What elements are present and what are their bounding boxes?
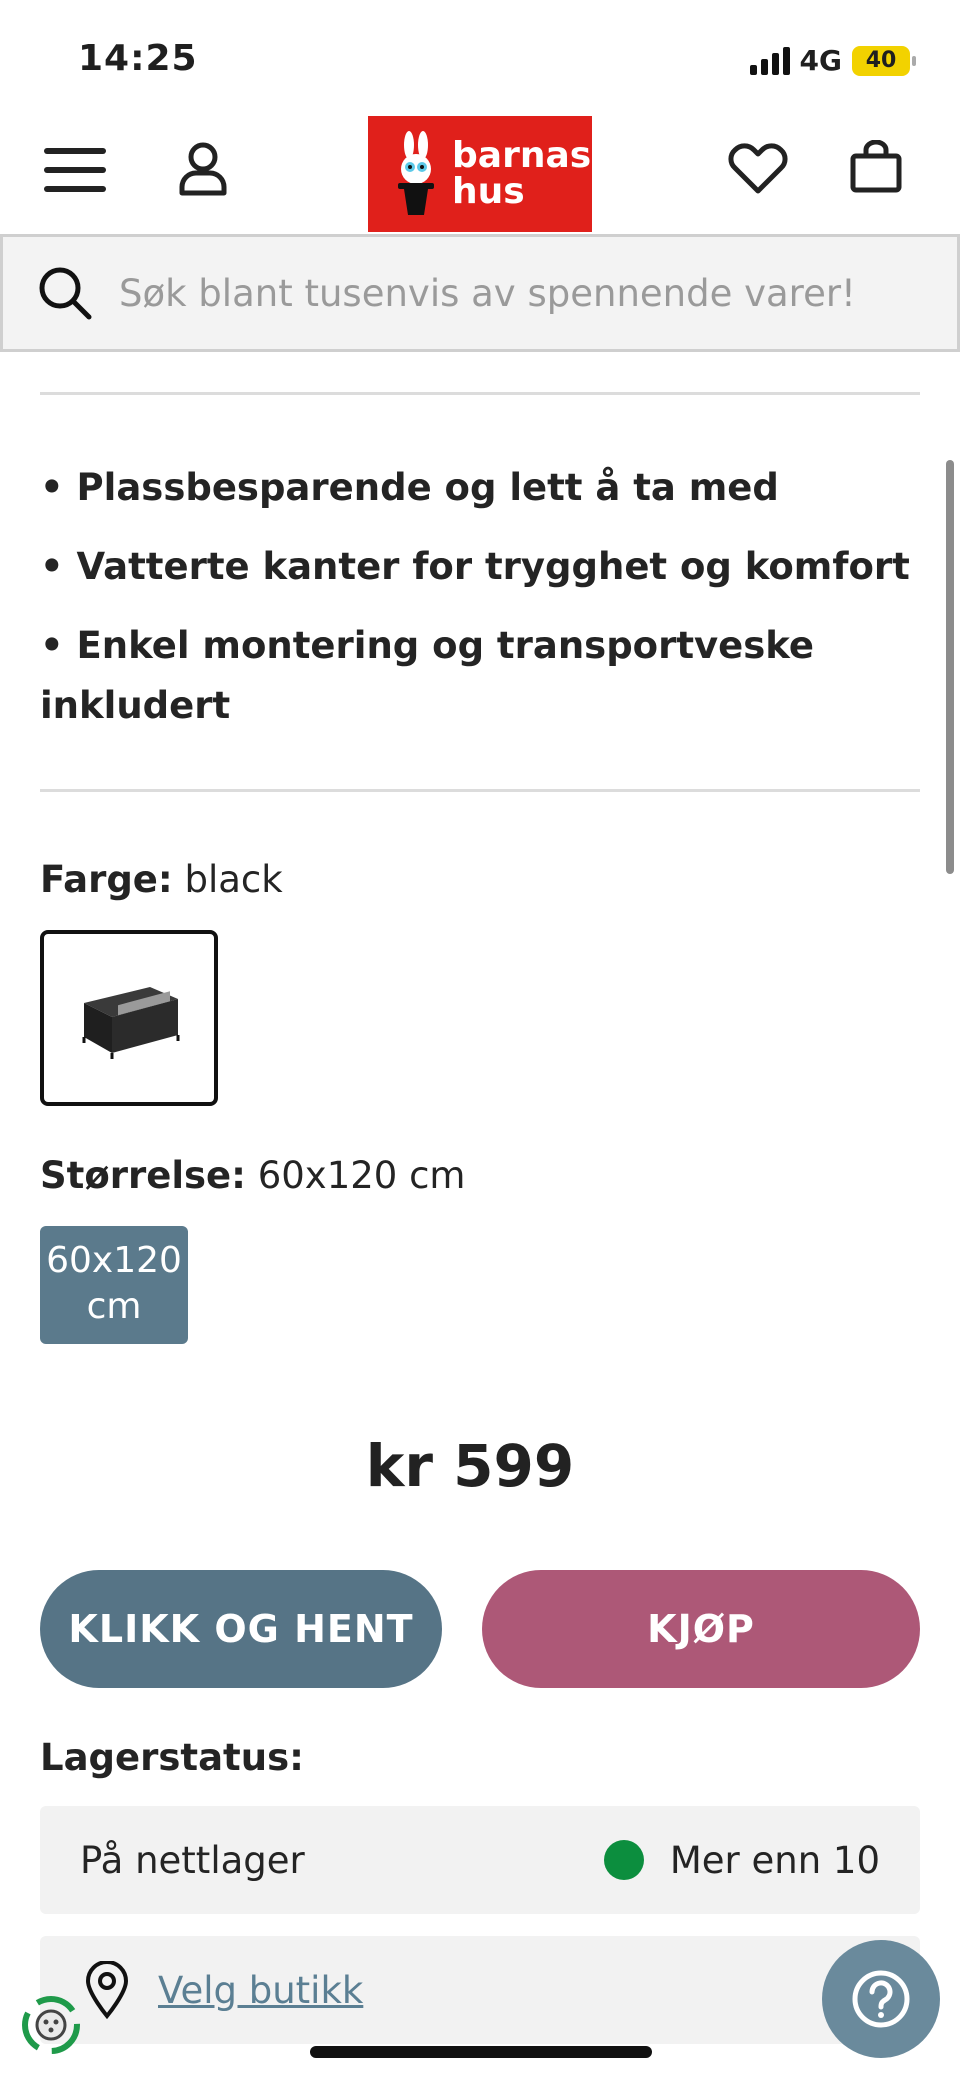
battery-icon: 40 bbox=[852, 45, 916, 76]
search-bar[interactable] bbox=[0, 234, 960, 352]
stock-row-online: På nettlager Mer enn 10 bbox=[40, 1806, 920, 1914]
feature-item: • Enkel montering og transportveske inkl… bbox=[40, 624, 814, 727]
color-option-label: Farge: black bbox=[40, 858, 283, 901]
logo-text-line2: hus bbox=[452, 171, 525, 212]
help-button[interactable] bbox=[822, 1940, 940, 2058]
size-option-label: Størrelse: 60x120 cm bbox=[40, 1154, 465, 1197]
click-and-collect-button[interactable]: KLIKK OG HENT bbox=[40, 1570, 442, 1688]
recycle-icon[interactable] bbox=[16, 1990, 86, 2060]
divider bbox=[40, 392, 920, 395]
search-icon[interactable] bbox=[37, 265, 93, 321]
question-icon bbox=[852, 1970, 910, 2028]
rabbit-hat-icon bbox=[398, 131, 434, 215]
buy-button[interactable]: KJØP bbox=[482, 1570, 920, 1688]
in-stock-indicator bbox=[603, 1840, 644, 1880]
network-label: 4G bbox=[799, 44, 842, 77]
status-time: 14:25 bbox=[78, 38, 198, 79]
shopping-bag-icon[interactable] bbox=[846, 136, 906, 198]
home-indicator[interactable] bbox=[310, 2046, 652, 2058]
location-pin-icon bbox=[85, 1961, 129, 2019]
signal-icon bbox=[749, 46, 790, 75]
status-indicators: 4G 40 bbox=[749, 44, 916, 77]
color-swatch-black[interactable] bbox=[40, 930, 218, 1106]
divider bbox=[40, 789, 920, 792]
user-icon[interactable] bbox=[172, 136, 234, 202]
choose-store-row[interactable]: Velg butikk bbox=[40, 1936, 920, 2044]
color-label: Farge: bbox=[40, 858, 173, 901]
battery-level: 40 bbox=[865, 48, 897, 73]
search-input[interactable] bbox=[119, 271, 899, 315]
size-label: Størrelse: bbox=[40, 1154, 246, 1197]
choose-store-link[interactable]: Velg butikk bbox=[158, 1969, 363, 2012]
size-chip-60x120[interactable]: 60x120 cm bbox=[40, 1226, 188, 1344]
stock-heading: Lagerstatus: bbox=[40, 1736, 304, 1779]
heart-icon[interactable] bbox=[726, 138, 790, 198]
hamburger-icon[interactable] bbox=[40, 140, 110, 200]
site-header: barnas hus bbox=[0, 110, 960, 232]
status-bar: 14:25 4G 40 bbox=[0, 0, 960, 110]
feature-list: • Plassbesparende og lett å ta med • Vat… bbox=[40, 458, 920, 755]
feature-item: • Plassbesparende og lett å ta med bbox=[40, 466, 779, 509]
travel-cot-image bbox=[82, 987, 180, 1059]
scrollbar[interactable] bbox=[946, 460, 954, 874]
stock-location: På nettlager bbox=[80, 1838, 305, 1882]
feature-item: • Vatterte kanter for trygghet og komfor… bbox=[40, 545, 910, 588]
logo-text-line1: barnas bbox=[452, 135, 592, 176]
stock-value: Mer enn 10 bbox=[669, 1838, 880, 1882]
size-value: 60x120 cm bbox=[257, 1154, 466, 1197]
store-logo[interactable]: barnas hus bbox=[368, 116, 592, 232]
product-price: kr 599 bbox=[365, 1432, 575, 1500]
color-value: black bbox=[184, 858, 283, 901]
